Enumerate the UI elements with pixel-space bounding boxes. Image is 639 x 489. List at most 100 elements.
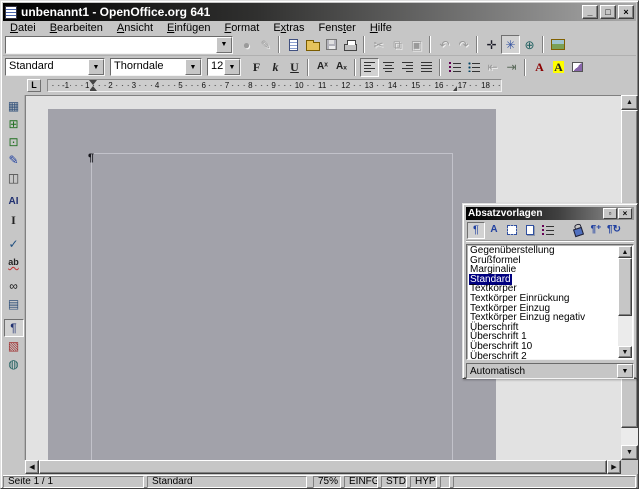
- font-name-dropdown-button[interactable]: ▼: [185, 59, 201, 75]
- stylist-stick-button[interactable]: ▫: [603, 208, 617, 219]
- style-list[interactable]: GegenüberstellungGrußformelMarginalieSta…: [466, 244, 634, 360]
- new-document-button[interactable]: [284, 35, 303, 54]
- style-item[interactable]: Überschrift 2: [469, 352, 632, 360]
- zoom-indicator[interactable]: 75%: [313, 476, 341, 488]
- highlighting-button[interactable]: A: [549, 58, 568, 77]
- new-style-from-selection-button[interactable]: ¶⁺: [587, 222, 605, 239]
- insert-objects-button[interactable]: ⊡: [4, 133, 24, 151]
- close-button[interactable]: ×: [618, 5, 634, 19]
- print-button[interactable]: [341, 35, 360, 54]
- style-filter-dropdown-button[interactable]: ▼: [617, 364, 633, 378]
- show-draw-functions-button[interactable]: ✎: [4, 151, 24, 169]
- font-size-combobox[interactable]: 12 ▼: [207, 58, 241, 76]
- page-indicator[interactable]: Seite 1 / 1: [3, 476, 144, 488]
- superscript-button[interactable]: Aˣ: [313, 58, 332, 77]
- scroll-up-button[interactable]: ▲: [621, 95, 638, 110]
- align-center-button[interactable]: [379, 58, 398, 77]
- menu-einfgen[interactable]: Einfügen: [160, 22, 217, 34]
- numbering-styles-button[interactable]: [539, 222, 557, 239]
- menu-bearbeiten[interactable]: Bearbeiten: [43, 22, 110, 34]
- copy-button[interactable]: ⧉: [388, 35, 407, 54]
- align-justify-button[interactable]: [417, 58, 436, 77]
- url-combobox[interactable]: ▼: [5, 36, 233, 54]
- bullets-on-off-button[interactable]: [464, 58, 483, 77]
- stylist-button[interactable]: ✳: [501, 35, 520, 54]
- update-style-button[interactable]: ¶↻: [605, 222, 623, 239]
- tab-type-selector[interactable]: L: [27, 79, 41, 92]
- fill-format-mode-button[interactable]: [569, 222, 587, 239]
- hyperlink-dialog-button[interactable]: ⊕: [520, 35, 539, 54]
- hyperlink-mode-indicator[interactable]: HYP: [410, 476, 437, 488]
- font-color-button[interactable]: A: [530, 58, 549, 77]
- graphics-on-off-button[interactable]: ▧: [4, 337, 24, 355]
- align-right-button[interactable]: [398, 58, 417, 77]
- style-filter-combobox[interactable]: Automatisch ▼: [466, 363, 634, 379]
- decrease-indent-button[interactable]: ⇤: [483, 58, 502, 77]
- save-button[interactable]: [322, 35, 341, 54]
- style-list-scroll-down-button[interactable]: ▼: [618, 346, 632, 358]
- italic-button[interactable]: k: [266, 58, 285, 77]
- align-left-button[interactable]: [360, 58, 379, 77]
- edit-file-button[interactable]: ✎: [256, 35, 275, 54]
- status-spare[interactable]: [440, 476, 450, 488]
- cut-button[interactable]: ✂: [369, 35, 388, 54]
- menu-ansicht[interactable]: Ansicht: [110, 22, 160, 34]
- autospellcheck-button[interactable]: ab: [4, 253, 24, 271]
- style-list-scroll-thumb[interactable]: [618, 258, 632, 316]
- numbering-on-off-button[interactable]: [445, 58, 464, 77]
- form-functions-button[interactable]: ◫: [4, 169, 24, 187]
- increase-indent-button[interactable]: ⇥: [502, 58, 521, 77]
- paragraph-style-combobox[interactable]: Standard ▼: [5, 58, 105, 76]
- paragraph-styles-button[interactable]: ¶: [467, 222, 485, 239]
- scroll-right-button[interactable]: ▶: [607, 460, 621, 474]
- horizontal-scroll-thumb[interactable]: [39, 460, 607, 474]
- bold-button[interactable]: F: [247, 58, 266, 77]
- character-styles-button[interactable]: A: [485, 222, 503, 239]
- online-layout-button[interactable]: ◍: [4, 355, 24, 373]
- scroll-down-button[interactable]: ▼: [621, 445, 638, 460]
- selection-mode-indicator[interactable]: STD: [381, 476, 407, 488]
- font-size-dropdown-button[interactable]: ▼: [224, 59, 240, 75]
- menu-extras[interactable]: Extras: [266, 22, 311, 34]
- data-sources-button[interactable]: ▤: [4, 295, 24, 313]
- font-name-combobox[interactable]: Thorndale ▼: [110, 58, 202, 76]
- maximize-button[interactable]: □: [600, 5, 616, 19]
- stop-button[interactable]: ●: [237, 35, 256, 54]
- horizontal-ruler[interactable]: -1123456789101112131415161718: [47, 79, 502, 92]
- minimize-button[interactable]: _: [582, 5, 598, 19]
- menu-datei[interactable]: Datei: [3, 22, 43, 34]
- insert-table-button[interactable]: ▦: [4, 97, 24, 115]
- horizontal-scrollbar[interactable]: ◀ ▶: [25, 460, 621, 474]
- frame-styles-button[interactable]: [503, 222, 521, 239]
- paragraph-style-dropdown-button[interactable]: ▼: [88, 59, 104, 75]
- paste-button[interactable]: ▣: [407, 35, 426, 54]
- insert-fields-button[interactable]: ⊞: [4, 115, 24, 133]
- menu-hilfe[interactable]: Hilfe: [363, 22, 399, 34]
- menu-format[interactable]: Format: [217, 22, 266, 34]
- style-list-scroll-up-button[interactable]: ▲: [618, 246, 632, 258]
- spellcheck-button[interactable]: ✓: [4, 235, 24, 253]
- style-list-scrollbar[interactable]: ▲ ▼: [618, 246, 632, 358]
- status-message-area[interactable]: [453, 476, 636, 488]
- document-page[interactable]: ¶: [48, 109, 496, 460]
- navigator-button[interactable]: ✛: [482, 35, 501, 54]
- open-button[interactable]: [303, 35, 322, 54]
- insert-mode-indicator[interactable]: EINFG: [344, 476, 378, 488]
- subscript-button[interactable]: Aₓ: [332, 58, 351, 77]
- stylist-title-bar[interactable]: Absatzvorlagen ▫ ×: [466, 207, 634, 220]
- title-bar[interactable]: unbenannt1 - OpenOffice.org 641 _ □ ×: [3, 3, 636, 21]
- direct-cursor-button[interactable]: I: [4, 211, 24, 229]
- stylist-close-button[interactable]: ×: [618, 208, 632, 219]
- background-color-button[interactable]: [568, 58, 587, 77]
- url-input[interactable]: [6, 37, 216, 53]
- url-dropdown-button[interactable]: ▼: [216, 37, 232, 53]
- undo-button[interactable]: ↶: [435, 35, 454, 54]
- underline-button[interactable]: U: [285, 58, 304, 77]
- page-style-indicator[interactable]: Standard: [147, 476, 307, 488]
- nonprinting-characters-button[interactable]: ¶: [4, 319, 24, 337]
- gallery-button[interactable]: [548, 35, 567, 54]
- redo-button[interactable]: ↷: [454, 35, 473, 54]
- find-replace-button[interactable]: ∞: [4, 277, 24, 295]
- menu-fenster[interactable]: Fenster: [312, 22, 363, 34]
- page-styles-button[interactable]: [521, 222, 539, 239]
